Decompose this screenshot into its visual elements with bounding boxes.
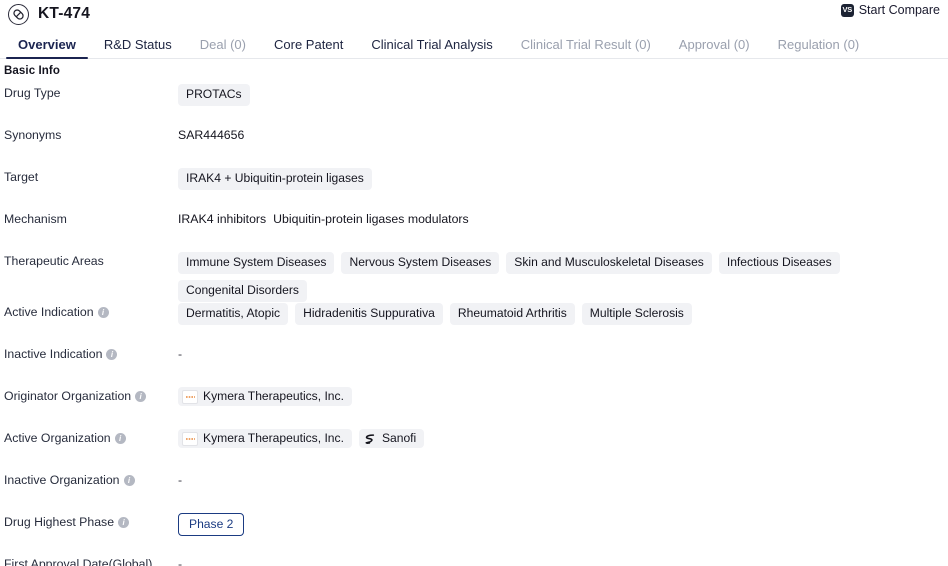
row-value-drug-type: PROTACs [178,83,948,107]
mechanism-list: IRAK4 inhibitors Ubiquitin-protein ligase… [178,210,469,226]
tab-overview[interactable]: Overview [4,37,90,59]
tab-rd-status[interactable]: R&D Status [90,37,186,59]
info-icon[interactable]: i [118,517,130,529]
label-text: Inactive Organization [4,473,120,488]
row-value-originator-organization: Kymera Therapeutics, Inc. [178,386,948,407]
tag-organization[interactable]: Kymera Therapeutics, Inc. [178,429,352,449]
row-drug-highest-phase: Drug Highest Phase i Phase 2 [0,512,948,554]
tag-organization[interactable]: Sanofi [358,429,425,449]
section-title-basic-info: Basic Info [4,65,60,77]
row-inactive-organization: Inactive Organization i - [0,470,948,512]
row-target: Target IRAK4 + Ubiquitin-protein ligases [0,167,948,209]
row-label-inactive-indication: Inactive Indication i [0,344,178,362]
label-text: Drug Type [4,86,61,100]
row-mechanism: Mechanism IRAK4 inhibitors Ubiquitin-prot… [0,209,948,251]
tag-active-indication[interactable]: Hidradenitis Suppurativa [295,303,443,326]
row-label-target: Target [0,167,178,185]
row-label-first-approval-date: First Approval Date(Global) [0,554,178,566]
empty-value: - [178,557,183,566]
info-icon[interactable]: i [106,349,118,361]
row-value-mechanism: IRAK4 inhibitors Ubiquitin-protein ligase… [178,209,948,226]
label-text: Synonyms [4,128,62,142]
tab-regulation[interactable]: Regulation (0) [764,37,874,59]
tag-therapeutic-area[interactable]: Immune System Diseases [178,252,335,275]
row-label-active-indication: Active Indication i [0,302,178,320]
row-label-active-organization: Active Organization i [0,428,178,446]
row-value-inactive-indication: - [178,344,948,361]
row-value-first-approval-date: - [178,554,948,566]
tag-therapeutic-area[interactable]: Congenital Disorders [178,280,307,303]
tab-clinical-trial-analysis[interactable]: Clinical Trial Analysis [357,37,506,59]
label-text: Inactive Indication [4,347,103,362]
row-value-target: IRAK4 + Ubiquitin-protein ligases [178,167,948,191]
tab-bar: Overview R&D Status Deal (0) Core Patent… [0,28,948,59]
info-icon[interactable]: i [123,475,135,487]
start-compare-button[interactable]: VS Start Compare [840,3,940,17]
row-label-mechanism: Mechanism [0,209,178,227]
label-text: Therapeutic Areas [4,254,104,268]
page-title: KT-474 [38,5,91,22]
vs-icon: VS [840,3,854,17]
tag-active-indication[interactable]: Multiple Sclerosis [581,303,692,326]
tag-active-indication[interactable]: Dermatitis, Atopic [178,303,289,326]
organization-name: Kymera Therapeutics, Inc. [203,389,344,404]
info-icon[interactable]: i [135,391,147,403]
kymera-logo-icon [182,389,198,404]
row-label-synonyms: Synonyms [0,125,178,143]
row-first-approval-date: First Approval Date(Global) - [0,554,948,566]
info-icon[interactable]: i [114,433,126,445]
sanofi-logo-icon [363,432,377,446]
synonyms-value: SAR444656 [178,128,245,142]
row-active-indication: Active Indication i Dermatitis, Atopic H… [0,302,948,344]
row-drug-type: Drug Type PROTACs [0,83,948,125]
row-label-drug-highest-phase: Drug Highest Phase i [0,512,178,530]
status-badge-phase[interactable]: Phase 2 [178,513,245,537]
tab-approval[interactable]: Approval (0) [665,37,764,59]
tab-deal[interactable]: Deal (0) [186,37,260,59]
row-originator-organization: Originator Organization i Kymera Therape… [0,386,948,428]
tab-core-patent[interactable]: Core Patent [260,37,357,59]
label-text: Active Indication [4,305,94,320]
tag-drug-type[interactable]: PROTACs [178,84,250,107]
tag-therapeutic-area[interactable]: Infectious Diseases [718,252,840,275]
row-value-active-organization: Kymera Therapeutics, Inc. Sanofi [178,428,948,449]
organization-name: Sanofi [381,431,417,446]
tag-target[interactable]: IRAK4 + Ubiquitin-protein ligases [178,168,372,191]
label-text: Active Organization [4,431,111,446]
tag-organization[interactable]: Kymera Therapeutics, Inc. [178,387,352,407]
row-label-originator-organization: Originator Organization i [0,386,178,404]
organization-name: Kymera Therapeutics, Inc. [203,431,344,446]
row-synonyms: Synonyms SAR444656 [0,125,948,167]
tag-active-indication[interactable]: Rheumatoid Arthritis [449,303,575,326]
tab-clinical-trial-result[interactable]: Clinical Trial Result (0) [507,37,665,59]
row-value-inactive-organization: - [178,470,948,487]
basic-info-rows: Drug Type PROTACs Synonyms SAR444656 Tar… [0,77,948,566]
tag-therapeutic-area[interactable]: Nervous System Diseases [341,252,500,275]
label-text: Drug Highest Phase [4,515,115,530]
row-inactive-indication: Inactive Indication i - [0,344,948,386]
start-compare-label: Start Compare [858,3,940,17]
row-value-active-indication: Dermatitis, Atopic Hidradenitis Suppurat… [178,302,948,326]
label-text: Originator Organization [4,389,132,404]
page-header: KT-474 VS Start Compare [0,0,948,28]
row-therapeutic-areas: Therapeutic Areas Immune System Diseases… [0,251,948,303]
pill-icon [8,3,29,25]
row-label-drug-type: Drug Type [0,83,178,101]
mechanism-item-1: IRAK4 inhibitors [178,212,267,226]
info-icon[interactable]: i [97,307,109,319]
label-text: First Approval Date(Global) [4,557,153,566]
label-text: Target [4,170,39,184]
empty-value: - [178,347,183,362]
row-active-organization: Active Organization i Kymera Therapeutic… [0,428,948,470]
row-value-therapeutic-areas: Immune System Diseases Nervous System Di… [178,251,948,303]
row-label-inactive-organization: Inactive Organization i [0,470,178,488]
label-text: Mechanism [4,212,67,226]
row-value-drug-highest-phase: Phase 2 [178,512,948,537]
row-value-synonyms: SAR444656 [178,125,948,142]
mechanism-item-2: Ubiquitin-protein ligases modulators [273,212,469,226]
row-label-therapeutic-areas: Therapeutic Areas [0,251,178,269]
tag-therapeutic-area[interactable]: Skin and Musculoskeletal Diseases [506,252,712,275]
empty-value: - [178,473,183,488]
kymera-logo-icon [182,431,198,446]
